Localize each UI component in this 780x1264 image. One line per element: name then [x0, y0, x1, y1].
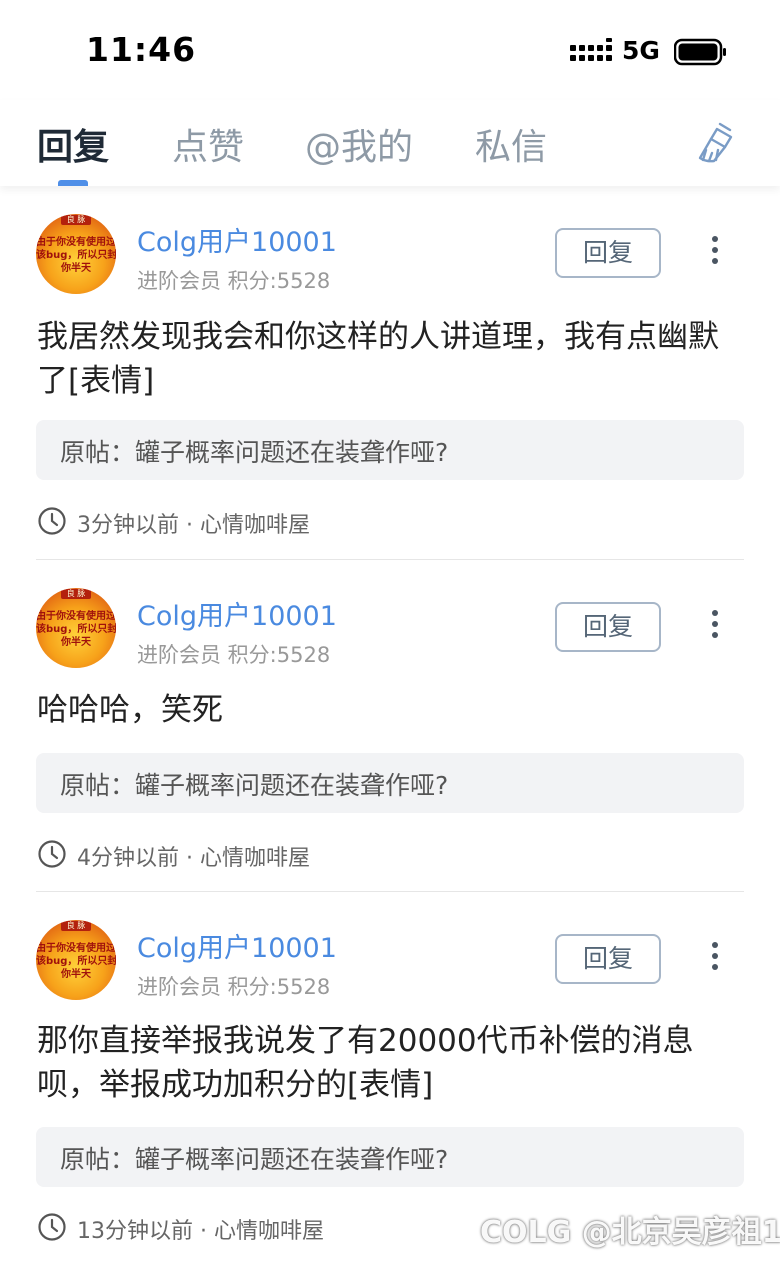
notification-tabs: 回复 点赞 @我的 私信: [0, 100, 780, 186]
clock-icon: [38, 840, 66, 868]
original-post-quote[interactable]: 原帖：罐子概率问题还在装聋作哑?: [36, 1127, 744, 1187]
reply-content: 哈哈哈，笑死: [37, 692, 223, 728]
clock-icon: [38, 507, 66, 535]
original-post-quote[interactable]: 原帖：罐子概率问题还在装聋作哑?: [36, 753, 744, 813]
original-post-title: 原帖：罐子概率问题还在装聋作哑?: [60, 438, 449, 467]
username-link[interactable]: Colg用户10001: [137, 594, 337, 633]
tab-reply[interactable]: 回复: [37, 118, 109, 170]
avatar-line: 该bug，所以只封: [36, 250, 116, 261]
avatar-badge: 良 脉: [61, 215, 91, 225]
avatar-line: 你半天: [61, 637, 91, 648]
reply-button[interactable]: 回复: [555, 602, 661, 652]
tab-messages[interactable]: 私信: [475, 118, 547, 170]
original-post-quote[interactable]: 原帖：罐子概率问题还在装聋作哑?: [36, 420, 744, 480]
user-level-points: 进阶会员 积分:5528: [137, 269, 331, 293]
time-and-forum: 13分钟以前 · 心情咖啡屋: [77, 1219, 324, 1244]
original-post-title: 原帖：罐子概率问题还在装聋作哑?: [60, 771, 449, 800]
avatar[interactable]: 良 脉 由于你没有使用过 该bug，所以只封 你半天: [36, 214, 116, 294]
tab-likes[interactable]: 点赞: [172, 118, 244, 170]
avatar-line: 该bug，所以只封: [36, 624, 116, 635]
battery-icon: [674, 38, 726, 66]
avatar[interactable]: 良 脉 由于你没有使用过 该bug，所以只封 你半天: [36, 920, 116, 1000]
reply-button[interactable]: 回复: [555, 228, 661, 278]
time-and-forum: 3分钟以前 · 心情咖啡屋: [77, 513, 310, 538]
avatar-badge: 良 脉: [61, 921, 91, 931]
more-vertical-icon[interactable]: [700, 938, 730, 978]
avatar-line: 你半天: [61, 969, 91, 980]
more-vertical-icon[interactable]: [700, 606, 730, 646]
more-vertical-icon[interactable]: [700, 232, 730, 272]
avatar-line: 由于你没有使用过: [36, 943, 116, 954]
user-level-points: 进阶会员 积分:5528: [137, 643, 331, 667]
status-bar: 11:46 5G: [0, 0, 780, 100]
avatar-line: 由于你没有使用过: [36, 237, 116, 248]
reply-content: 那你直接举报我说发了有20000代币补偿的消息呗，举报成功加积分的[表情]: [37, 1023, 694, 1103]
username-link[interactable]: Colg用户10001: [137, 926, 337, 965]
watermark: COLG @北京吴彦祖1: [480, 1215, 780, 1250]
user-level-points: 进阶会员 积分:5528: [137, 975, 331, 999]
avatar-badge: 良 脉: [61, 589, 91, 599]
reply-button[interactable]: 回复: [555, 934, 661, 984]
broom-clean-icon[interactable]: [690, 120, 738, 164]
avatar[interactable]: 良 脉 由于你没有使用过 该bug，所以只封 你半天: [36, 588, 116, 668]
avatar-line: 该bug，所以只封: [36, 956, 116, 967]
time-and-forum: 4分钟以前 · 心情咖啡屋: [77, 846, 310, 871]
avatar-line: 你半天: [61, 263, 91, 274]
original-post-title: 原帖：罐子概率问题还在装聋作哑?: [60, 1145, 449, 1174]
username-link[interactable]: Colg用户10001: [137, 220, 337, 259]
clock-icon: [38, 1213, 66, 1241]
reply-item: 良 脉 由于你没有使用过 该bug，所以只封 你半天 Colg用户10001 进…: [0, 186, 780, 560]
network-type: 5G: [622, 36, 660, 65]
tab-mentions[interactable]: @我的: [305, 118, 413, 170]
signal-icon: [570, 38, 612, 61]
reply-item: 良 脉 由于你没有使用过 该bug，所以只封 你半天 Colg用户10001 进…: [0, 560, 780, 892]
avatar-line: 由于你没有使用过: [36, 611, 116, 622]
status-time: 11:46: [86, 30, 197, 69]
reply-content: 我居然发现我会和你这样的人讲道理，我有点幽默了[表情]: [37, 319, 719, 399]
